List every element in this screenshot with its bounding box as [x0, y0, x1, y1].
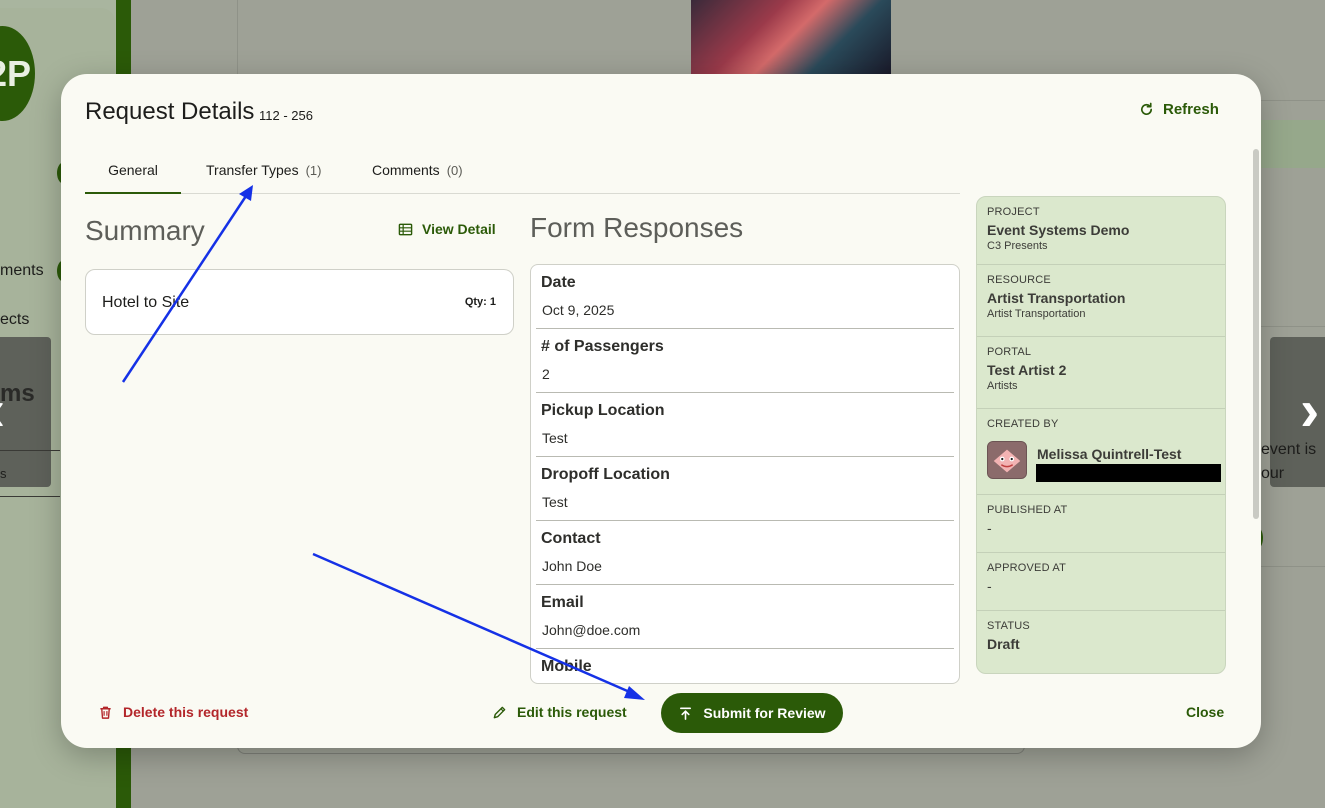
request-details-modal: Request Details 112 - 256 Refresh Genera…	[61, 74, 1261, 748]
edit-label: Edit this request	[517, 704, 627, 720]
status-value: Draft	[987, 636, 1020, 652]
refresh-label: Refresh	[1163, 100, 1219, 118]
info-key: PORTAL	[987, 346, 1032, 358]
info-created-by: CREATED BY Melissa Quintrell-Test	[977, 409, 1225, 495]
field-label: Pickup Location	[541, 402, 665, 419]
field-value: Test	[542, 494, 568, 510]
info-status: STATUS Draft	[977, 611, 1225, 673]
background-card-text: event is	[1261, 441, 1317, 458]
upload-icon	[680, 707, 692, 720]
pencil-icon	[493, 706, 506, 718]
field-label: # of Passengers	[541, 338, 664, 355]
info-value: -	[987, 520, 992, 536]
chevron-right-icon: ›	[1300, 378, 1320, 443]
chevron-left-icon: ‹	[0, 382, 5, 440]
info-key: RESOURCE	[987, 274, 1051, 286]
field-value: Test	[542, 430, 568, 446]
info-sub: Artists	[987, 380, 1018, 392]
table-icon	[398, 223, 413, 235]
tab-label: Transfer Types	[206, 162, 299, 178]
delete-label: Delete this request	[123, 704, 249, 720]
info-key: STATUS	[987, 620, 1030, 632]
form-field-email: Email John@doe.com	[536, 585, 954, 649]
refresh-button[interactable]: Refresh	[1139, 98, 1219, 120]
info-published-at: PUBLISHED AT -	[977, 495, 1225, 553]
field-label: Dropoff Location	[541, 466, 670, 483]
info-value: Artist Transportation	[987, 290, 1126, 306]
summary-item[interactable]: Hotel to Site Qty: 1	[85, 269, 514, 335]
field-label: Email	[541, 594, 584, 611]
background-artwork	[691, 0, 891, 74]
tab-count: (0)	[446, 163, 463, 178]
background-card-tab: s	[0, 466, 7, 481]
request-id: 112 - 256	[259, 108, 313, 123]
modal-scrollbar[interactable]	[1253, 149, 1259, 519]
info-value: Event Systems Demo	[987, 222, 1130, 238]
form-field-dropoff-location: Dropoff Location Test	[536, 457, 954, 521]
edit-request-button[interactable]: Edit this request	[492, 704, 627, 720]
request-info-panel: PROJECT Event Systems Demo C3 Presents R…	[976, 196, 1226, 674]
field-label: Contact	[541, 530, 601, 547]
form-field-pickup-location: Pickup Location Test	[536, 393, 954, 457]
form-responses-list[interactable]: Date Oct 9, 2025 # of Passengers 2 Picku…	[530, 264, 960, 684]
info-project: PROJECT Event Systems Demo C3 Presents	[977, 197, 1225, 265]
submit-for-review-button[interactable]: Submit for Review	[661, 693, 843, 733]
info-sub: Artist Transportation	[987, 308, 1086, 320]
summary-item-qty: Qty: 1	[464, 296, 496, 308]
tab-general[interactable]: General	[85, 162, 181, 194]
background-card-text: our	[1261, 465, 1285, 482]
modal-title: Request Details	[85, 98, 255, 125]
info-resource: RESOURCE Artist Transportation Artist Tr…	[977, 265, 1225, 337]
info-value: -	[987, 578, 992, 594]
info-portal: PORTAL Test Artist 2 Artists	[977, 337, 1225, 409]
summary-item-name: Hotel to Site	[102, 294, 190, 311]
view-detail-button[interactable]: View Detail	[398, 221, 496, 237]
tab-label: General	[108, 162, 158, 178]
field-value: Oct 9, 2025	[542, 302, 615, 318]
field-value: John Doe	[542, 558, 602, 574]
form-field-mobile: Mobile	[536, 649, 954, 683]
trash-icon	[100, 706, 111, 719]
background-card-left	[0, 337, 51, 487]
summary-heading: Summary	[85, 215, 205, 246]
refresh-icon	[1141, 102, 1153, 115]
info-key: CREATED BY	[987, 418, 1059, 430]
avatar	[987, 441, 1027, 479]
delete-request-button[interactable]: Delete this request	[98, 704, 248, 720]
tab-bar: General Transfer Types (1) Comments (0)	[85, 156, 960, 194]
field-value: 2	[542, 366, 550, 382]
form-field-passengers: # of Passengers 2	[536, 329, 954, 393]
field-value: John@doe.com	[542, 622, 641, 638]
form-field-date: Date Oct 9, 2025	[536, 265, 954, 329]
info-value: Test Artist 2	[987, 362, 1067, 378]
background-nav-item: ments	[0, 262, 44, 279]
background-nav-item: ects	[0, 311, 30, 328]
tab-count: (1)	[305, 163, 322, 178]
view-detail-label: View Detail	[422, 221, 496, 237]
background-divider	[0, 496, 60, 497]
tab-label: Comments	[372, 162, 440, 178]
info-key: APPROVED AT	[987, 562, 1067, 574]
info-approved-at: APPROVED AT -	[977, 553, 1225, 611]
submit-label: Submit for Review	[703, 705, 826, 721]
info-key: PROJECT	[987, 206, 1040, 218]
field-label: Date	[541, 274, 576, 291]
info-sub: C3 Presents	[987, 240, 1048, 252]
close-label: Close	[1186, 704, 1225, 720]
form-responses-heading: Form Responses	[530, 212, 744, 243]
tab-transfer-types[interactable]: Transfer Types (1)	[206, 162, 321, 194]
close-button[interactable]: Close	[1186, 704, 1224, 720]
tab-comments[interactable]: Comments (0)	[372, 162, 463, 194]
redacted-email	[1036, 464, 1221, 482]
creator-name: Melissa Quintrell-Test	[1037, 446, 1182, 462]
form-field-contact: Contact John Doe	[536, 521, 954, 585]
info-key: PUBLISHED AT	[987, 504, 1068, 516]
field-label: Mobile	[541, 658, 592, 675]
background-divider	[0, 450, 60, 451]
